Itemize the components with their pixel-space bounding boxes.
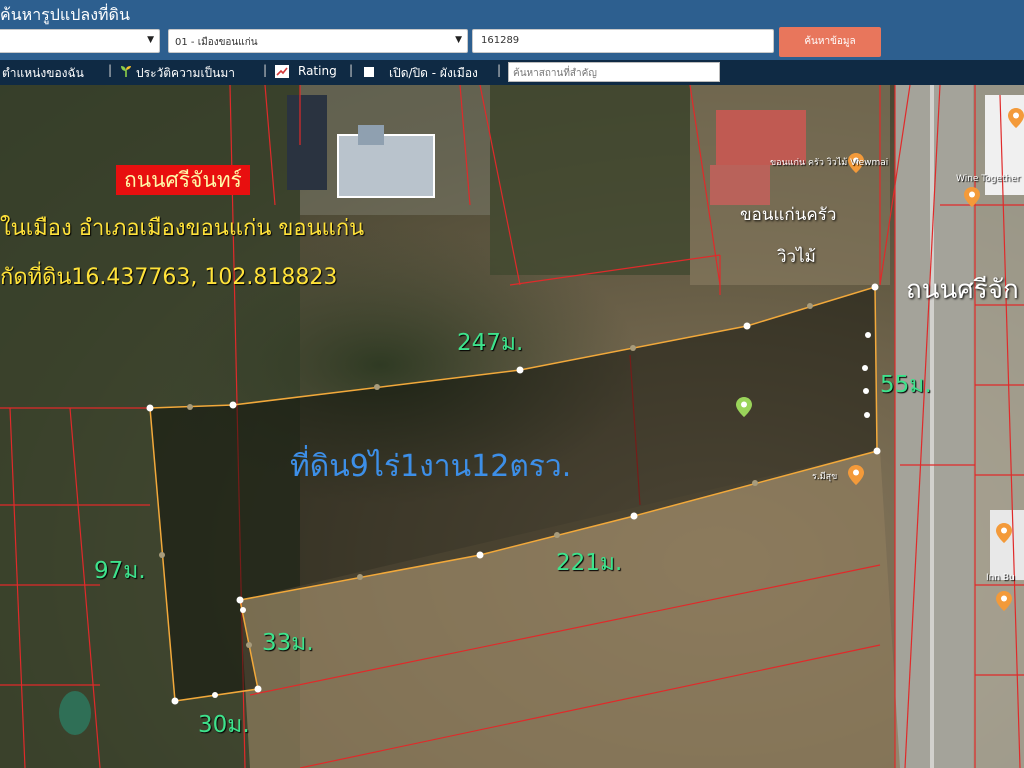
page-title: ค้นหารูปแปลงที่ดิน xyxy=(0,5,130,24)
building-roof xyxy=(990,510,1024,580)
satellite-map[interactable]: ขอนแก่น ครัว วิวไม้ Viewmai Wine Togethe… xyxy=(0,85,1024,768)
building-roof xyxy=(287,95,327,190)
toolbar-divider: | xyxy=(108,63,113,77)
poi-label-wine: Wine Together xyxy=(956,174,1021,184)
dimension-bottom: 221ม. xyxy=(556,550,623,576)
coordinates-text: กัดที่ดิน16.437763, 102.818823 xyxy=(0,265,338,290)
my-location-link[interactable]: ตำแหน่งของฉัน xyxy=(2,64,84,83)
building-roof xyxy=(358,125,384,145)
rating-link[interactable]: Rating xyxy=(298,64,337,78)
toolbar-divider: | xyxy=(349,63,354,77)
restaurant-label-line1: ขอนแก่นครัว xyxy=(740,205,837,225)
dimension-bottom-left: 30ม. xyxy=(198,712,250,738)
toolbar: ตำแหน่งของฉัน | ประวัติความเป็นมา | Rati… xyxy=(0,60,1024,85)
toggle-layer-link[interactable]: เปิด/ปิด - ผังเมือง xyxy=(389,64,478,83)
poi-label-inn: Inn Bu xyxy=(986,573,1015,583)
hotel-pin-icon[interactable] xyxy=(996,523,1012,543)
chevron-down-icon: ▼ xyxy=(147,35,154,45)
toolbar-divider: | xyxy=(263,63,268,77)
district-select-value: 01 - เมืองขอนแก่น xyxy=(175,37,258,48)
poi-label-viewmai: ขอนแก่น ครัว วิวไม้ Viewmai xyxy=(770,158,889,168)
toolbar-divider: | xyxy=(497,63,502,77)
dimension-right: 55ม. xyxy=(880,372,932,398)
dimension-left: 97ม. xyxy=(94,558,146,584)
app-root: ค้นหารูปแปลงที่ดิน ▼ 01 - เมืองขอนแก่น ▼… xyxy=(0,0,1024,768)
poi-pin-icon[interactable] xyxy=(1008,108,1024,128)
land-area-label: ที่ดิน9ไร่1งาน12ตรว. xyxy=(290,449,572,484)
search-button[interactable]: ค้นหาข้อมูล xyxy=(779,27,881,57)
dimension-top: 247ม. xyxy=(457,330,524,356)
pond xyxy=(59,691,91,735)
landmark-search-input[interactable]: ค้นหาสถานที่สำคัญ xyxy=(508,62,720,82)
restaurant-roof xyxy=(710,165,770,205)
address-text: ในเมือง อำเภอเมืองขอนแก่น ขอนแก่น xyxy=(0,216,365,241)
header-bar: ค้นหารูปแปลงที่ดิน ▼ 01 - เมืองขอนแก่น ▼… xyxy=(0,0,1024,60)
parcel-number-input[interactable]: 161289 xyxy=(472,29,774,53)
restaurant-label-line2: วิวไม้ xyxy=(777,247,816,267)
chevron-down-icon: ▼ xyxy=(455,35,462,45)
history-link[interactable]: ประวัติความเป็นมา xyxy=(136,64,235,83)
parcel-number-value: 161289 xyxy=(481,35,520,46)
poi-pin-icon[interactable] xyxy=(996,591,1012,611)
sprout-icon xyxy=(119,64,133,81)
dimension-inner-edge: 33ม. xyxy=(262,630,314,656)
chart-icon xyxy=(275,65,289,81)
poi-label-small: ร.มีสุข xyxy=(812,472,838,482)
road-label: ถนนศรีจันทร์ xyxy=(116,165,250,195)
district-select[interactable]: 01 - เมืองขอนแก่น ▼ xyxy=(168,29,468,53)
province-select[interactable]: ▼ xyxy=(0,29,160,53)
poi-pin-icon[interactable] xyxy=(848,465,864,485)
location-pin-icon[interactable] xyxy=(736,397,752,417)
building-roof xyxy=(337,134,435,198)
highway-divider xyxy=(930,85,934,768)
landmark-search-placeholder: ค้นหาสถานที่สำคัญ xyxy=(513,68,597,79)
bar-pin-icon[interactable] xyxy=(964,187,980,207)
checkbox-icon[interactable] xyxy=(364,66,374,80)
road-name-label: ถนนศรีจัก xyxy=(906,275,1019,305)
tree-area xyxy=(490,85,690,275)
